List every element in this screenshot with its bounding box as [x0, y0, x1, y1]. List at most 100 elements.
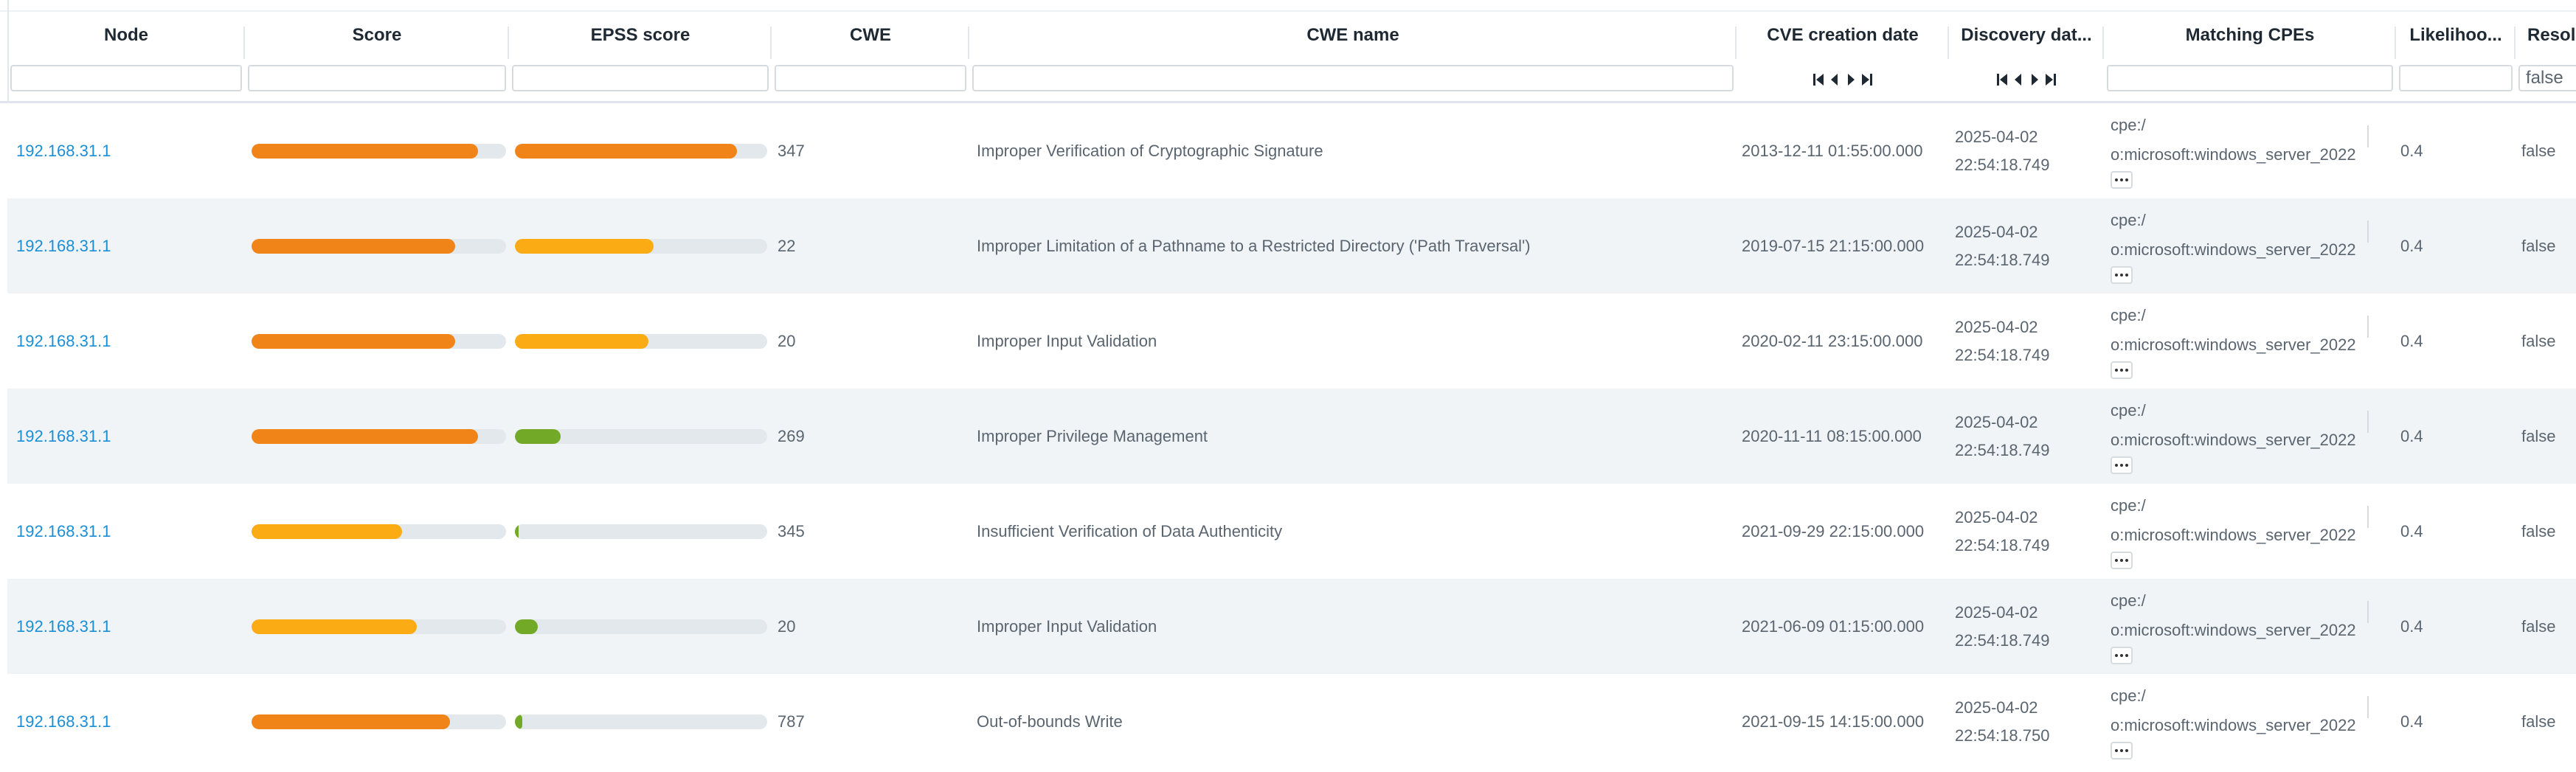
more-cpes-button[interactable]	[2111, 171, 2133, 189]
node-link[interactable]: 192.168.31.1	[16, 332, 111, 351]
grid-header: Node Score EPSS score CWE CWE name CVE c…	[0, 12, 2576, 100]
node-link[interactable]: 192.168.31.1	[16, 522, 111, 541]
cwe-filter-input[interactable]	[775, 65, 966, 91]
epss-bar-fill	[515, 143, 737, 159]
discovery-date: 2025-04-02	[1955, 127, 2038, 146]
epss-cell	[515, 198, 773, 293]
cve-date-cell: 2019-07-15 21:15:00.000	[1742, 236, 1925, 255]
column-header-cwe-name[interactable]: CWE name	[969, 12, 1737, 100]
likelihood-cell: 0.4	[2400, 521, 2423, 540]
column-header-likelihood[interactable]: Likelihoo...	[2396, 12, 2516, 100]
first-page-icon[interactable]	[1996, 70, 2008, 89]
resolved-cell: false	[2521, 521, 2556, 540]
cpe-line-2: o:microsoft:windows_server_2022	[2111, 145, 2356, 164]
cpe-line-2: o:microsoft:windows_server_2022	[2111, 526, 2356, 544]
cve-date-cell: 2020-02-11 23:15:00.000	[1742, 331, 1923, 350]
epss-bar	[515, 428, 767, 444]
cpe-cell: cpe:/ o:microsoft:windows_server_2022	[2111, 103, 2398, 198]
cpe-scrollbar[interactable]	[2367, 220, 2369, 243]
score-bar	[252, 333, 506, 349]
column-header-epss[interactable]: EPSS score	[509, 12, 772, 100]
prev-page-icon[interactable]	[1829, 70, 1841, 89]
next-page-icon[interactable]	[2029, 70, 2040, 89]
epss-bar-fill	[515, 238, 654, 254]
epss-bar-fill	[515, 524, 519, 539]
epss-bar-fill	[515, 714, 523, 729]
table-row[interactable]: 192.168.31.1 22 Improper Limitation of a…	[7, 198, 2576, 293]
table-row[interactable]: 192.168.31.1 20 Improper Input Validatio…	[7, 579, 2576, 674]
more-cpes-button[interactable]	[2111, 552, 2133, 569]
cpe-scrollbar[interactable]	[2367, 125, 2369, 147]
column-header-resolved[interactable]: Resol	[2516, 12, 2576, 100]
cpe-scrollbar[interactable]	[2367, 601, 2369, 623]
discovery-date: 2025-04-02	[1955, 317, 2038, 336]
resolved-cell: false	[2521, 426, 2556, 445]
column-header-cwe[interactable]: CWE	[772, 12, 969, 100]
cwe-name-filter-input[interactable]	[972, 65, 1734, 91]
more-cpes-button[interactable]	[2111, 456, 2133, 474]
column-header-node[interactable]: Node	[7, 12, 245, 100]
epss-cell	[515, 674, 773, 769]
discovery-time: 22:54:18.750	[1955, 726, 2050, 745]
table-row[interactable]: 192.168.31.1 787 Out-of-bounds Write 202…	[7, 674, 2576, 769]
first-page-icon[interactable]	[1812, 70, 1824, 89]
cpe-cell: cpe:/ o:microsoft:windows_server_2022	[2111, 579, 2398, 674]
cpe-line-1: cpe:/	[2111, 116, 2146, 134]
table-row[interactable]: 192.168.31.1 347 Improper Verification o…	[7, 103, 2576, 198]
cpe-scrollbar[interactable]	[2367, 696, 2369, 718]
next-page-icon[interactable]	[1845, 70, 1857, 89]
column-title[interactable]: Resol	[2516, 25, 2576, 46]
node-link[interactable]: 192.168.31.1	[16, 712, 111, 731]
column-title[interactable]: EPSS score	[509, 25, 772, 46]
table-row[interactable]: 192.168.31.1 20 Improper Input Validatio…	[7, 293, 2576, 389]
discovery-date-cell: 2025-04-02 22:54:18.749	[1955, 198, 2105, 293]
cpe-cell: cpe:/ o:microsoft:windows_server_2022	[2111, 484, 2398, 579]
cpes-filter-input[interactable]	[2107, 65, 2393, 91]
epss-filter-input[interactable]	[512, 65, 769, 91]
node-link[interactable]: 192.168.31.1	[16, 142, 111, 161]
cpe-scrollbar[interactable]	[2367, 411, 2369, 433]
more-cpes-button[interactable]	[2111, 266, 2133, 284]
column-title[interactable]: Likelihoo...	[2396, 25, 2516, 46]
column-header-discovery-date[interactable]: Discovery dat...	[1949, 12, 2104, 100]
column-header-cve-date[interactable]: CVE creation date	[1737, 12, 1949, 100]
cpe-scrollbar[interactable]	[2367, 316, 2369, 338]
column-title[interactable]: Matching CPEs	[2104, 25, 2396, 46]
column-header-score[interactable]: Score	[245, 12, 509, 100]
column-title[interactable]: Discovery dat...	[1949, 25, 2104, 46]
last-page-icon[interactable]	[2045, 70, 2057, 89]
column-title[interactable]: CVE creation date	[1737, 25, 1949, 46]
more-cpes-button[interactable]	[2111, 361, 2133, 379]
node-cell: 192.168.31.1	[16, 579, 245, 674]
score-filter-input[interactable]	[248, 65, 506, 91]
table-row[interactable]: 192.168.31.1 269 Improper Privilege Mana…	[7, 389, 2576, 484]
more-cpes-button[interactable]	[2111, 742, 2133, 759]
prev-page-icon[interactable]	[2012, 70, 2024, 89]
column-title[interactable]: CWE name	[969, 25, 1737, 46]
discovery-time: 22:54:18.749	[1955, 630, 2050, 650]
epss-cell	[515, 389, 773, 484]
node-link[interactable]: 192.168.31.1	[16, 427, 111, 446]
node-link[interactable]: 192.168.31.1	[16, 617, 111, 636]
epss-cell	[515, 103, 773, 198]
cwe-cell: 20	[778, 331, 796, 350]
score-bar-fill	[252, 619, 418, 634]
discovery-date: 2025-04-02	[1955, 507, 2038, 526]
likelihood-filter-input[interactable]	[2399, 65, 2513, 91]
column-header-cpes[interactable]: Matching CPEs	[2104, 12, 2396, 100]
column-title[interactable]: CWE	[772, 25, 969, 46]
node-filter-input[interactable]	[10, 65, 242, 91]
last-page-icon[interactable]	[1861, 70, 1873, 89]
discovery-date-cell: 2025-04-02 22:54:18.749	[1955, 579, 2105, 674]
column-title[interactable]: Node	[7, 25, 245, 46]
more-cpes-button[interactable]	[2111, 647, 2133, 664]
cwe-name-cell: Out-of-bounds Write	[977, 712, 1123, 731]
score-bar-fill	[252, 428, 479, 444]
table-row[interactable]: 192.168.31.1 345 Insufficient Verificati…	[7, 484, 2576, 579]
node-link[interactable]: 192.168.31.1	[16, 237, 111, 256]
resolved-filter-input[interactable]	[2518, 65, 2576, 91]
column-title[interactable]: Score	[245, 25, 509, 46]
cwe-cell: 345	[778, 521, 805, 540]
cpe-scrollbar[interactable]	[2367, 506, 2369, 528]
cpe-line-2: o:microsoft:windows_server_2022	[2111, 240, 2356, 259]
